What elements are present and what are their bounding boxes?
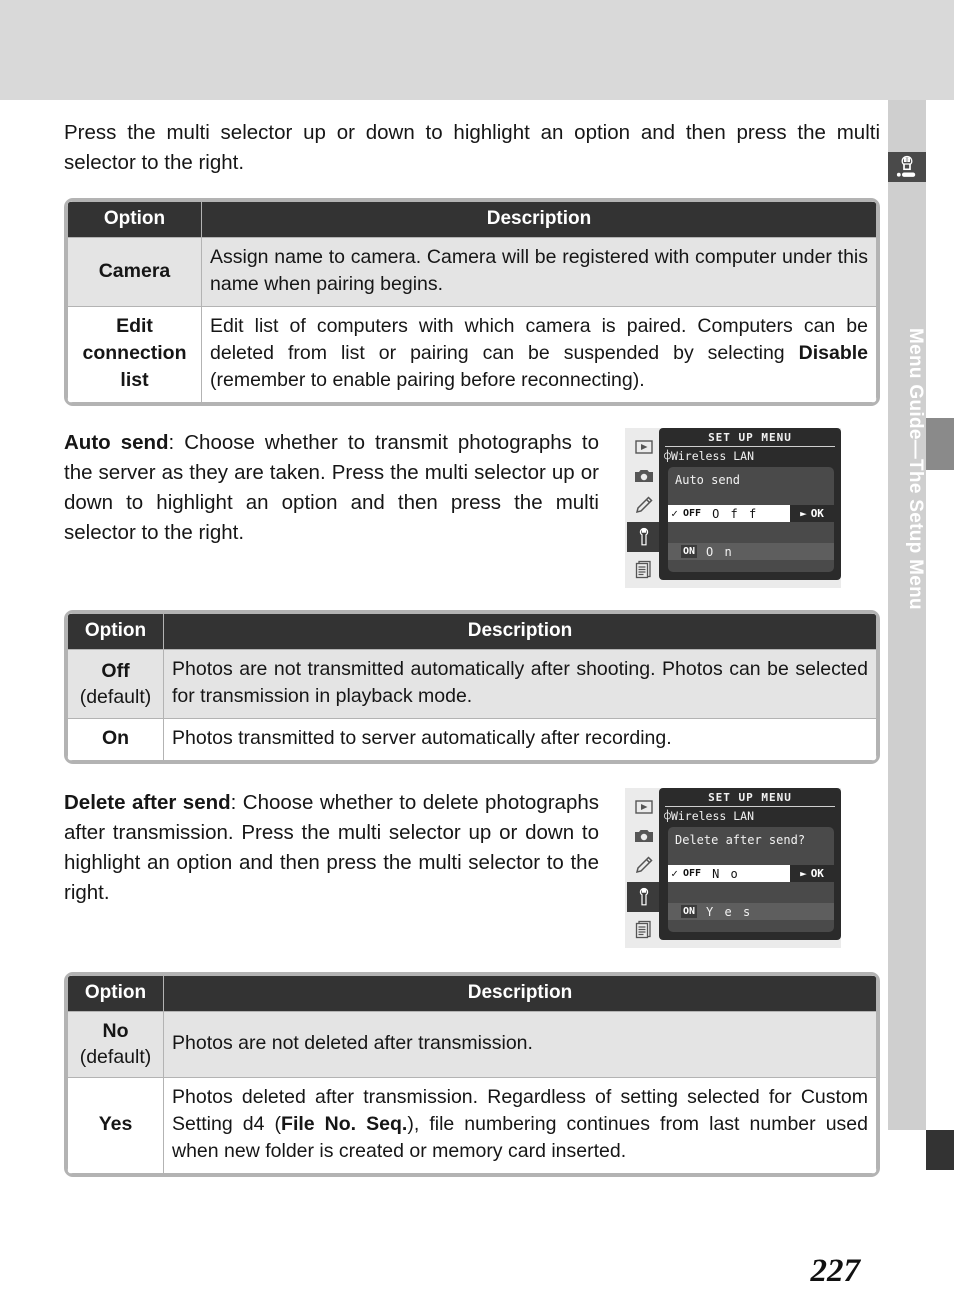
lcd-submenu-label: Wireless LAN xyxy=(670,809,755,823)
lcd-option-panel: Delete after send? ✓ OFF N o ► OK ON Y e xyxy=(668,827,834,932)
table2-row0-option-label: Off xyxy=(101,659,130,682)
lcd-option-badge: ON xyxy=(681,545,698,558)
lcd-submenu-label: Wireless LAN xyxy=(670,449,755,463)
lcd-option-unselected[interactable]: ON O n xyxy=(668,543,834,560)
delete-after-send-paragraph: Delete after send: Choose whether to del… xyxy=(64,791,600,904)
lcd-submenu: ⌽Wireless LAN xyxy=(659,447,841,466)
options-table-auto-send: Option Description Off (default) Photos … xyxy=(64,610,880,764)
table1-header-description: Description xyxy=(201,201,877,238)
table1-row1-description: Edit list of computers with which camera… xyxy=(201,306,877,403)
table3-row0-option-sub: (default) xyxy=(79,1046,152,1068)
table3-row1-description: Photos deleted after transmission. Regar… xyxy=(163,1077,877,1174)
table-row: Camera Assign name to camera. Camera wil… xyxy=(67,237,877,307)
table1-row1-option: Edit connection list xyxy=(67,306,202,403)
right-arrow-icon: ► xyxy=(800,507,807,520)
lcd-ok-button[interactable]: ► OK xyxy=(790,505,834,522)
lcd-ok-button[interactable]: ► OK xyxy=(790,865,834,882)
page-number: 227 xyxy=(810,1253,861,1289)
lcd-option-label: N o xyxy=(712,866,740,881)
table-row: Off (default) Photos are not transmitted… xyxy=(67,649,877,719)
options-table-delete-after-send: Option Description No (default) Photos a… xyxy=(64,972,880,1177)
table3-header-option: Option xyxy=(67,975,164,1012)
side-marker-gray xyxy=(926,418,954,470)
wrench-icon xyxy=(888,152,926,182)
table-row: Yes Photos deleted after transmission. R… xyxy=(67,1077,877,1174)
lcd-ok-label: OK xyxy=(810,867,824,880)
options-table-wireless-lan: Option Description Camera Assign name to… xyxy=(64,198,880,406)
lcd-display: SET UP MENU ⌽Wireless LAN Auto send ✓ OF… xyxy=(659,428,841,580)
lcd-option-selected[interactable]: ✓ OFF O f f ► OK xyxy=(668,505,834,522)
lcd-option-selected[interactable]: ✓ OFF N o ► OK xyxy=(668,865,834,882)
table2-header-option: Option xyxy=(67,613,164,650)
antenna-icon: ⌽ xyxy=(664,449,671,463)
check-icon: ✓ xyxy=(671,507,678,520)
playback-icon xyxy=(631,795,657,819)
lcd-option-badge: ON xyxy=(681,905,698,918)
table3-row0-description: Photos are not deleted after transmissio… xyxy=(163,1011,877,1078)
lcd-icon-column xyxy=(625,428,663,588)
table3-row1-option: Yes xyxy=(67,1077,164,1174)
wrench-icon xyxy=(627,882,661,913)
table3-row0-option: No (default) xyxy=(67,1011,164,1078)
lcd-screenshot-auto-send: SET UP MENU ⌽Wireless LAN Auto send ✓ OF… xyxy=(625,428,841,588)
lcd-option-badge: OFF xyxy=(683,868,702,879)
table3-header-description: Description xyxy=(163,975,877,1012)
lcd-option-unselected[interactable]: ON Y e s xyxy=(668,903,834,920)
table2-row0-description: Photos are not transmitted automatically… xyxy=(163,649,877,719)
table1-header-option: Option xyxy=(67,201,202,238)
lcd-option-label: O f f xyxy=(712,506,759,521)
lcd-display: SET UP MENU ⌽Wireless LAN Delete after s… xyxy=(659,788,841,940)
auto-send-paragraph: Auto send: Choose whether to transmit ph… xyxy=(64,431,599,544)
lcd-prompt: Delete after send? xyxy=(675,833,806,847)
lcd-ok-label: OK xyxy=(810,507,824,520)
recent-settings-icon xyxy=(631,557,657,581)
page-top-band xyxy=(0,0,954,100)
lcd-screenshot-delete-after-send: SET UP MENU ⌽Wireless LAN Delete after s… xyxy=(625,788,841,948)
table-row: On Photos transmitted to server automati… xyxy=(67,718,877,761)
table-row: No (default) Photos are not deleted afte… xyxy=(67,1011,877,1078)
wrench-icon xyxy=(627,522,661,553)
table2-row0-option: Off (default) xyxy=(67,649,164,719)
lcd-submenu: ⌽Wireless LAN xyxy=(659,807,841,826)
lcd-title: SET UP MENU xyxy=(708,431,792,444)
table2-row1-description: Photos transmitted to server automatical… xyxy=(163,718,877,761)
table2-row1-option: On xyxy=(67,718,164,761)
lcd-option-badge: OFF xyxy=(683,508,702,519)
lcd-option-label: O n xyxy=(706,544,734,559)
table2-row0-option-sub: (default) xyxy=(79,685,152,708)
table1-row0-description: Assign name to camera. Camera will be re… xyxy=(201,237,877,307)
recent-settings-icon xyxy=(631,917,657,941)
side-marker-dark xyxy=(926,1130,954,1170)
right-arrow-icon: ► xyxy=(800,867,807,880)
pencil-icon xyxy=(631,853,657,877)
lcd-option-panel: Auto send ✓ OFF O f f ► OK ON O n xyxy=(668,467,834,572)
side-tab-label: Menu Guide—The Setup Menu xyxy=(905,328,926,610)
playback-icon xyxy=(631,435,657,459)
lcd-prompt: Auto send xyxy=(675,473,741,487)
table2-header-description: Description xyxy=(163,613,877,650)
table-row: Edit connection list Edit list of comput… xyxy=(67,306,877,403)
check-icon: ✓ xyxy=(671,867,678,880)
camera-icon xyxy=(631,824,657,848)
lcd-option-label: Y e s xyxy=(706,904,753,919)
lcd-icon-column xyxy=(625,788,663,948)
intro-paragraph: Press the multi selector up or down to h… xyxy=(64,121,880,174)
lcd-title: SET UP MENU xyxy=(708,791,792,804)
table3-row0-option-label: No xyxy=(102,1020,129,1042)
pencil-icon xyxy=(631,493,657,517)
table1-row0-option: Camera xyxy=(67,237,202,307)
camera-icon xyxy=(631,464,657,488)
antenna-icon: ⌽ xyxy=(664,809,671,823)
